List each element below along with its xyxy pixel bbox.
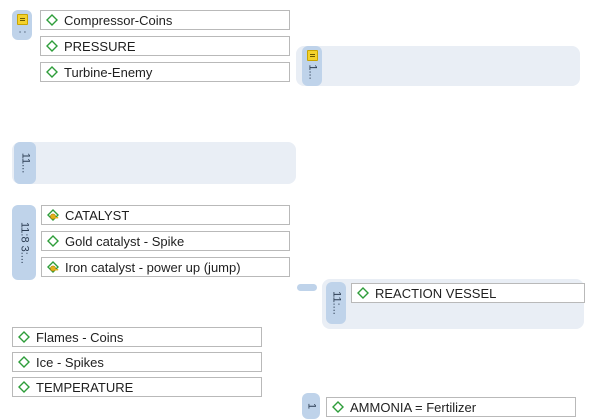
item-label: CATALYST	[65, 207, 130, 223]
item-label: Compressor-Coins	[64, 12, 173, 28]
diamond-icon	[47, 235, 59, 247]
item-label: Ice - Spikes	[36, 354, 104, 370]
diamond-icon	[18, 356, 30, 368]
diamond-icon	[46, 66, 58, 78]
item-label: Flames - Coins	[36, 329, 124, 345]
diamond-key-icon	[47, 261, 59, 273]
diamond-key-icon	[47, 209, 59, 221]
flag-icon	[307, 50, 318, 61]
group-tab-reaction[interactable]: 11:...	[326, 282, 346, 324]
diamond-icon	[46, 40, 58, 52]
list-item[interactable]: Gold catalyst - Spike	[41, 231, 290, 251]
list-item[interactable]: Compressor-Coins	[40, 10, 290, 30]
group-tab-label: 1	[305, 402, 318, 410]
list-item[interactable]: Flames - Coins	[12, 327, 262, 347]
collapsed-group	[12, 142, 296, 184]
group-tab-ammonia[interactable]: 1	[302, 393, 320, 419]
list-item[interactable]: Turbine-Enemy	[40, 62, 290, 82]
group-tab-catalyst[interactable]: 11:8 3:...	[12, 205, 36, 280]
group-tab-middle[interactable]: 11...	[14, 142, 36, 184]
list-item[interactable]: AMMONIA = Fertilizer	[326, 397, 576, 417]
item-label: Iron catalyst - power up (jump)	[65, 259, 241, 275]
group-tab-label: 11...	[19, 152, 32, 174]
list-item[interactable]: PRESSURE	[40, 36, 290, 56]
group-tab-right[interactable]: 1...	[302, 46, 322, 86]
item-label: REACTION VESSEL	[375, 285, 497, 301]
group-tab-label: 1...	[306, 64, 319, 81]
item-label: Gold catalyst - Spike	[65, 233, 185, 249]
list-item[interactable]: REACTION VESSEL	[351, 283, 585, 303]
diamond-icon	[46, 14, 58, 26]
list-item[interactable]: CATALYST	[41, 205, 290, 225]
group-tab-label: :	[16, 30, 29, 34]
list-item[interactable]: Ice - Spikes	[12, 352, 262, 372]
diamond-icon	[357, 287, 369, 299]
item-label: Turbine-Enemy	[64, 64, 153, 80]
group-tab-top[interactable]: :	[12, 10, 32, 40]
group-tab-label: 11:8 3:...	[18, 221, 31, 264]
collapsed-group	[296, 46, 580, 86]
item-label: PRESSURE	[64, 38, 136, 54]
diamond-icon	[18, 381, 30, 393]
flag-icon	[17, 14, 28, 25]
diamond-icon	[18, 331, 30, 343]
list-item[interactable]: TEMPERATURE	[12, 377, 262, 397]
item-label: AMMONIA = Fertilizer	[350, 399, 477, 415]
group-tab-label: 11:...	[330, 291, 343, 315]
item-label: TEMPERATURE	[36, 379, 134, 395]
connector-handle[interactable]	[297, 284, 317, 291]
diamond-icon	[332, 401, 344, 413]
list-item[interactable]: Iron catalyst - power up (jump)	[41, 257, 290, 277]
